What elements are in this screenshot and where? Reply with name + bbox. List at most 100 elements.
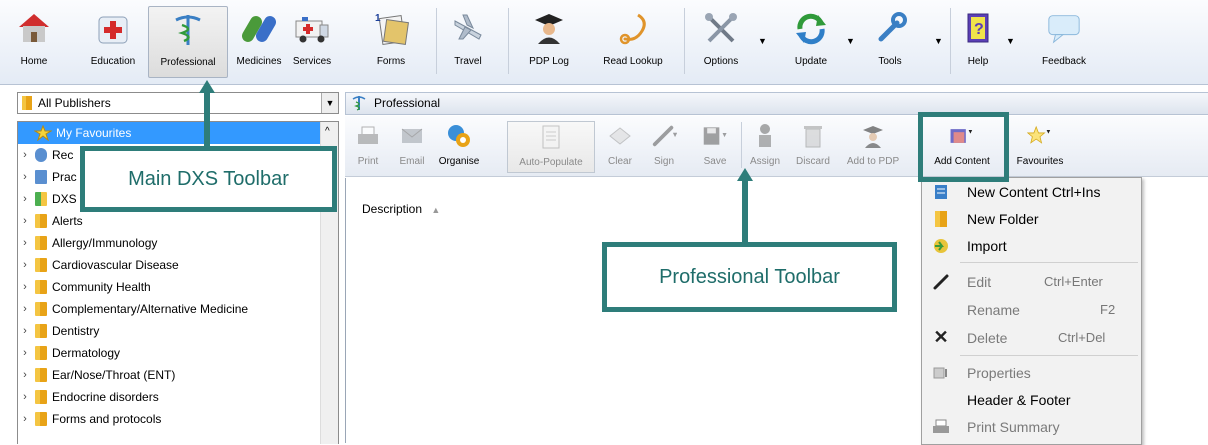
update-dropdown-arrow[interactable]: ▼ xyxy=(846,36,855,46)
tree-item[interactable]: › Ear/Nose/Throat (ENT) xyxy=(18,364,320,386)
menu-item-rename[interactable]: Rename F2 xyxy=(922,296,1141,323)
tree-item[interactable]: › Complementary/Alternative Medicine xyxy=(18,298,320,320)
svg-text:▼: ▼ xyxy=(721,132,728,139)
tree-item[interactable]: › Dentistry xyxy=(18,320,320,342)
organise-icon xyxy=(446,123,472,149)
menu-item-new-folder[interactable]: New Folder xyxy=(922,205,1141,232)
menu-item-header-footer[interactable]: Header & Footer xyxy=(922,386,1141,413)
add-content-highlight xyxy=(918,112,1009,182)
graduate-icon xyxy=(860,123,886,149)
tree-item-my-favourites[interactable]: My Favourites xyxy=(18,122,320,144)
scroll-up-arrow-icon[interactable]: ^ xyxy=(325,126,330,137)
folder-icon xyxy=(35,368,47,382)
caduceus-icon xyxy=(170,11,206,47)
menu-item-delete[interactable]: ✕ Delete Ctrl+Del xyxy=(922,324,1141,351)
wrench-icon xyxy=(872,10,908,46)
folder-icon xyxy=(930,210,952,228)
toolbar-separator xyxy=(508,8,509,74)
home-icon xyxy=(16,10,52,46)
star-icon: ▼ xyxy=(1027,123,1053,149)
expand-chevron-icon[interactable]: › xyxy=(18,193,32,205)
read-lookup-button[interactable]: Read Lookup xyxy=(594,6,672,76)
tree-item[interactable]: › Allergy/Immunology xyxy=(18,232,320,254)
menu-item-new-content[interactable]: New Content Ctrl+Ins xyxy=(922,178,1141,205)
expand-chevron-icon[interactable]: › xyxy=(18,369,32,381)
publisher-select-value: All Publishers xyxy=(38,96,111,110)
professional-toolbar-callout: Professional Toolbar xyxy=(602,242,897,312)
expand-chevron-icon[interactable]: › xyxy=(18,237,32,249)
recent-icon xyxy=(35,148,47,162)
trash-icon xyxy=(800,123,826,149)
folder-icon xyxy=(35,302,47,316)
menu-item-edit[interactable]: Edit Ctrl+Enter xyxy=(922,268,1141,295)
save-button[interactable]: ▼ Save xyxy=(695,121,735,171)
expand-chevron-icon[interactable]: › xyxy=(18,391,32,403)
airplane-icon xyxy=(450,10,486,46)
favourites-star-icon xyxy=(34,125,52,141)
toolbar-separator xyxy=(741,122,742,168)
options-dropdown-arrow[interactable]: ▼ xyxy=(758,36,767,46)
feedback-button[interactable]: Feedback xyxy=(1036,6,1092,76)
speech-bubble-icon xyxy=(1046,10,1082,46)
expand-chevron-icon[interactable]: › xyxy=(18,413,32,425)
email-button[interactable]: Email xyxy=(397,121,427,171)
main-toolbar-arrow-line xyxy=(204,92,210,146)
tree-item[interactable]: › Community Health xyxy=(18,276,320,298)
menu-separator xyxy=(960,262,1138,263)
expand-chevron-icon[interactable]: › xyxy=(18,347,32,359)
tools-dropdown-arrow[interactable]: ▼ xyxy=(934,36,943,46)
pdp-log-button[interactable]: PDP Log xyxy=(524,6,574,76)
add-to-pdp-button[interactable]: Add to PDP xyxy=(845,121,901,171)
menu-item-properties[interactable]: Properties xyxy=(922,359,1141,386)
expand-chevron-icon[interactable]: › xyxy=(18,325,32,337)
print-button[interactable]: Print xyxy=(355,121,381,171)
assign-button[interactable]: Assign xyxy=(749,121,781,171)
folder-icon xyxy=(35,280,47,294)
expand-chevron-icon[interactable]: › xyxy=(18,171,32,183)
help-button[interactable]: ? Help xyxy=(958,6,998,76)
menu-item-import[interactable]: Import xyxy=(922,232,1141,259)
publisher-select[interactable]: All Publishers ▼ xyxy=(17,92,339,114)
expand-chevron-icon[interactable]: › xyxy=(18,303,32,315)
expand-chevron-icon[interactable]: › xyxy=(18,149,32,161)
folder-icon xyxy=(35,214,47,228)
svg-text:▼: ▼ xyxy=(1045,129,1051,136)
envelope-icon xyxy=(399,123,425,149)
folder-icon xyxy=(35,258,47,272)
printer-icon xyxy=(930,418,952,436)
panel-title: Professional xyxy=(374,96,441,110)
expand-chevron-icon[interactable]: › xyxy=(18,259,32,271)
home-button[interactable]: Home xyxy=(12,6,56,76)
clear-button[interactable]: Clear xyxy=(607,121,633,171)
forms-button[interactable]: 1 Forms xyxy=(364,6,418,76)
svg-text:▼: ▼ xyxy=(671,130,677,139)
expand-chevron-icon[interactable]: › xyxy=(18,215,32,227)
tree-item[interactable]: › Dermatology xyxy=(18,342,320,364)
options-button[interactable]: Options xyxy=(696,6,746,76)
chevron-down-icon[interactable]: ▼ xyxy=(321,93,338,113)
auto-populate-button[interactable]: Auto-Populate xyxy=(507,121,595,173)
education-button[interactable]: Education xyxy=(86,6,140,76)
help-dropdown-arrow[interactable]: ▼ xyxy=(1006,36,1015,46)
add-content-menu: New Content Ctrl+Ins New Folder Import E… xyxy=(921,177,1142,445)
tree-item[interactable]: › Alerts xyxy=(18,210,320,232)
medicines-button[interactable]: Medicines xyxy=(230,6,288,76)
description-column-header[interactable]: Description ▲ xyxy=(362,202,440,216)
favourites-button[interactable]: ▼ Favourites xyxy=(1013,121,1067,171)
menu-item-print-summary[interactable]: Print Summary xyxy=(922,413,1141,440)
services-button[interactable]: Services xyxy=(286,6,338,76)
sign-button[interactable]: ▼ Sign xyxy=(647,121,681,171)
professional-button[interactable]: Professional xyxy=(148,6,228,78)
expand-chevron-icon[interactable]: › xyxy=(18,281,32,293)
toolbar-separator xyxy=(950,8,951,74)
tree-item[interactable]: › Endocrine disorders xyxy=(18,386,320,408)
tree-item[interactable]: › Forms and protocols xyxy=(18,408,320,430)
caduceus-icon xyxy=(352,96,366,111)
tools-button[interactable]: Tools xyxy=(866,6,914,76)
tree-item[interactable]: › Cardiovascular Disease xyxy=(18,254,320,276)
travel-button[interactable]: Travel xyxy=(448,6,488,76)
update-button[interactable]: Update xyxy=(786,6,836,76)
printer-icon xyxy=(355,123,381,149)
organise-button[interactable]: Organise xyxy=(437,121,481,171)
discard-button[interactable]: Discard xyxy=(793,121,833,171)
